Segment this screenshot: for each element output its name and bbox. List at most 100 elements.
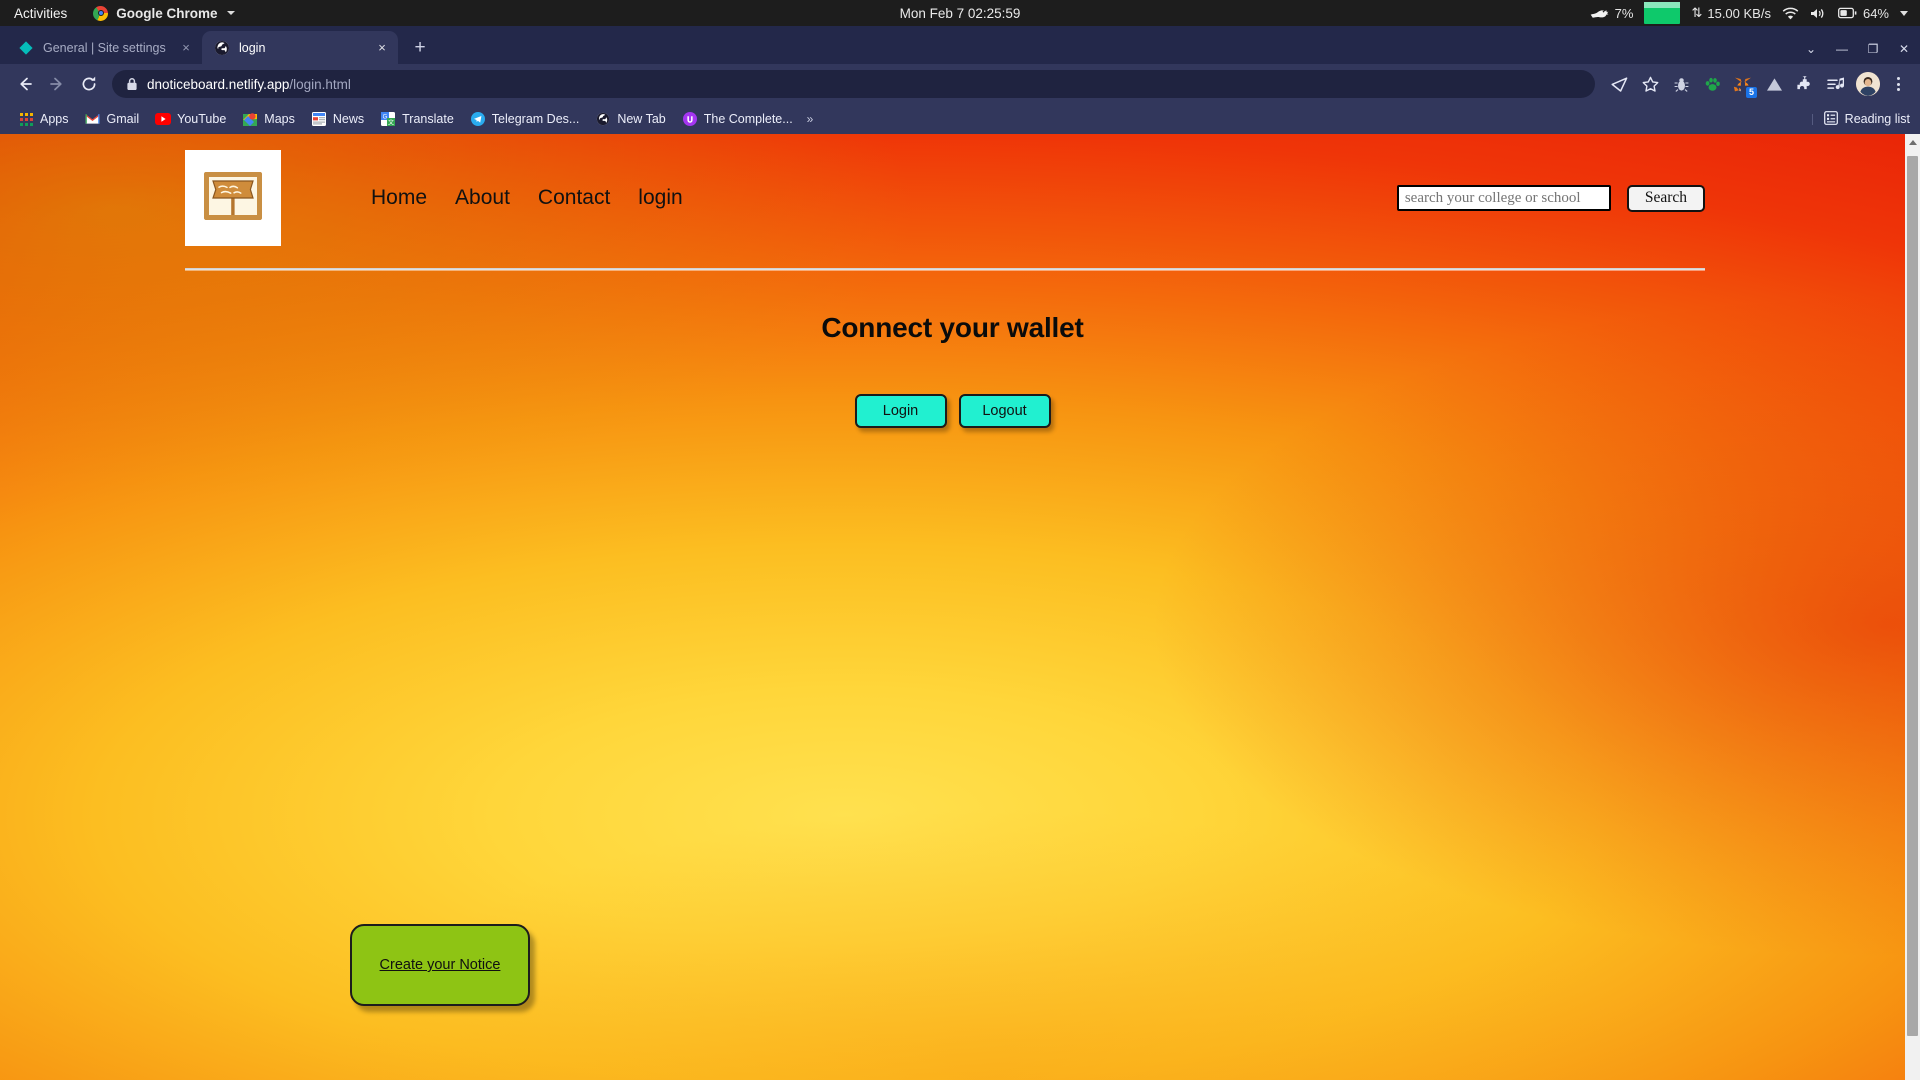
maximize-button[interactable]: ❐ (1865, 41, 1881, 57)
browser-toolbar: dnoticeboard.netlify.app/login.html 5 (0, 64, 1920, 104)
nav-link-contact[interactable]: Contact (538, 186, 610, 210)
address-bar[interactable]: dnoticeboard.netlify.app/login.html (112, 70, 1595, 98)
app-menu-google-chrome[interactable]: Google Chrome (93, 5, 235, 21)
clock-button[interactable]: Mon Feb 7 02:25:59 (900, 0, 1021, 26)
bookmark-maps[interactable]: Maps (234, 108, 303, 130)
bookmark-label: YouTube (177, 112, 227, 126)
tab-login[interactable]: login × (202, 31, 398, 64)
logout-button[interactable]: Logout (958, 394, 1051, 428)
system-menu-chevron-down-icon[interactable] (1900, 10, 1908, 16)
web-page: Home About Contact login Search Connect … (0, 134, 1905, 1080)
bookmark-label: Translate (402, 112, 454, 126)
scrollbar-thumb[interactable] (1907, 156, 1918, 1036)
back-arrow-icon[interactable] (10, 69, 40, 99)
svg-text:G: G (383, 114, 388, 120)
url-path: /login.html (289, 76, 351, 92)
maps-icon (242, 111, 258, 127)
battery-indicator: 64% (1838, 6, 1889, 21)
header-divider (185, 268, 1705, 270)
clock-label: Mon Feb 7 02:25:59 (899, 5, 1021, 21)
page-scrollbar[interactable] (1905, 134, 1920, 1080)
bookmark-new-tab[interactable]: New Tab (587, 108, 673, 130)
share-send-icon[interactable] (1605, 70, 1633, 98)
bookmark-gmail[interactable]: Gmail (77, 108, 148, 130)
close-window-button[interactable]: ✕ (1896, 41, 1912, 57)
close-icon[interactable]: × (374, 40, 390, 56)
paw-extension-icon[interactable] (1698, 70, 1726, 98)
nav-link-login[interactable]: login (638, 186, 682, 210)
nav-link-about[interactable]: About (455, 186, 510, 210)
globe-icon (595, 111, 611, 127)
mountain-extension-icon[interactable] (1760, 70, 1788, 98)
minimize-button[interactable]: — (1834, 41, 1850, 57)
translate-icon: G 文 (380, 111, 396, 127)
kebab-menu-icon[interactable] (1886, 77, 1910, 91)
netlify-diamond-icon (19, 40, 33, 55)
bookmark-apps[interactable]: Apps (10, 108, 77, 130)
reading-list-icon (1823, 110, 1838, 128)
site-logo[interactable] (185, 150, 281, 246)
window-controls: ⌄ — ❐ ✕ (1803, 41, 1912, 57)
bookmark-translate[interactable]: G 文 Translate (372, 108, 462, 130)
tab-title: login (239, 40, 266, 55)
scrollbar-up-arrow-icon[interactable] (1905, 134, 1920, 150)
battery-percent: 64% (1862, 5, 1889, 21)
bookmarks-overflow-icon[interactable]: » (807, 112, 815, 126)
system-status-area[interactable]: 7% ⇅ 15.00 KB/s 64% (1589, 0, 1908, 26)
wallet-actions: Login Logout (0, 394, 1905, 428)
avatar[interactable] (1856, 72, 1880, 96)
chrome-icon (93, 5, 109, 21)
chevron-down-icon (226, 11, 235, 15)
tab-title: General | Site settings (43, 40, 166, 55)
search-button[interactable]: Search (1626, 184, 1705, 212)
mouse-cpu-icon (1590, 10, 1609, 18)
svg-text:文: 文 (388, 118, 394, 126)
volume-icon (1810, 8, 1824, 18)
close-icon[interactable]: × (178, 40, 194, 56)
bookmark-label: The Complete... (703, 112, 793, 126)
site-search: Search (1396, 184, 1705, 212)
network-updown-icon: ⇅ (1691, 5, 1702, 20)
memory-bar-icon (1644, 2, 1681, 24)
bookmark-label: News (332, 112, 365, 126)
new-tab-button[interactable]: + (406, 33, 434, 61)
create-notice-card[interactable]: Create your Notice (350, 924, 530, 1006)
udemy-icon (682, 111, 698, 127)
lock-icon (127, 78, 137, 90)
reload-icon[interactable] (74, 69, 104, 99)
network-indicator: ⇅ 15.00 KB/s (1691, 5, 1771, 21)
activities-button[interactable]: Activities (14, 6, 67, 21)
forward-arrow-icon[interactable] (42, 69, 72, 99)
metamask-fox-icon[interactable]: 5 (1729, 70, 1758, 99)
telegram-icon (470, 111, 486, 127)
bookmark-news[interactable]: News (303, 108, 372, 130)
bookmark-telegram-desktop[interactable]: Telegram Des... (462, 108, 588, 130)
metamask-badge-count: 5 (1744, 86, 1758, 99)
search-input[interactable] (1396, 185, 1611, 211)
gmail-icon (85, 111, 101, 127)
youtube-icon (155, 111, 172, 127)
bookmark-label: Telegram Des... (491, 112, 580, 126)
chrome-window: General | Site settings × login × + ⌄ — … (0, 26, 1920, 1080)
reading-list-label: Reading list (1844, 112, 1910, 126)
puzzle-extensions-icon[interactable] (1791, 70, 1819, 98)
bookmark-label: Apps (40, 112, 69, 126)
tab-search-chevron-down-icon[interactable]: ⌄ (1803, 41, 1819, 57)
network-speed: 15.00 KB/s (1707, 5, 1771, 21)
globe-icon (215, 40, 229, 55)
bug-extension-icon[interactable] (1667, 70, 1695, 98)
nav-link-home[interactable]: Home (371, 186, 427, 210)
site-header: Home About Contact login Search (185, 134, 1705, 246)
bookmark-label: Maps (264, 112, 295, 126)
bookmark-youtube[interactable]: YouTube (147, 108, 234, 130)
reading-list-button[interactable]: Reading list (1811, 110, 1910, 128)
bookmark-star-icon[interactable] (1636, 70, 1664, 98)
bookmarks-bar: Apps Gmail YouTube Maps News G 文 Transla… (0, 104, 1920, 134)
cpu-indicator: 7% (1589, 6, 1633, 21)
bookmark-the-complete[interactable]: The Complete... (674, 108, 801, 130)
tab-general-site-settings[interactable]: General | Site settings × (6, 31, 202, 64)
create-notice-link[interactable]: Create your Notice (380, 957, 501, 973)
reading-list-music-icon[interactable] (1822, 70, 1850, 98)
login-button[interactable]: Login (854, 394, 947, 428)
bookmark-label: Gmail (106, 112, 140, 126)
